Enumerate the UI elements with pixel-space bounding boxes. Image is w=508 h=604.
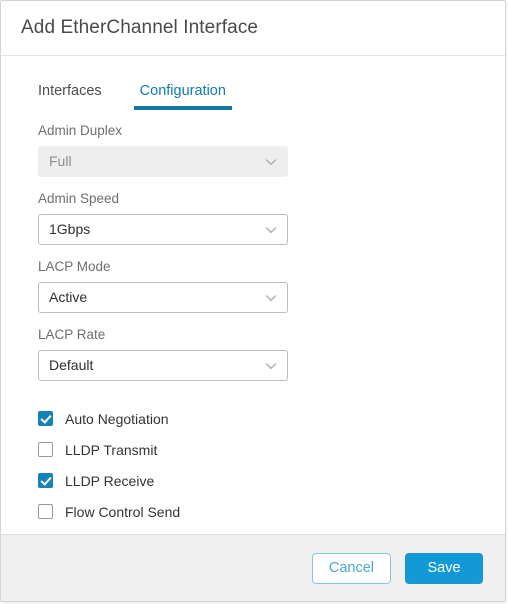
- dialog-header: Add EtherChannel Interface: [1, 1, 505, 56]
- field-lacp-mode: LACP Mode Active: [38, 258, 485, 313]
- lacp-rate-value: Default: [49, 357, 94, 373]
- lacp-rate-select[interactable]: Default: [38, 350, 288, 381]
- field-admin-duplex: Admin Duplex Full: [38, 122, 485, 177]
- active-tab-indicator: [133, 106, 232, 110]
- lldp-receive-checkbox[interactable]: [38, 473, 53, 488]
- field-admin-speed: Admin Speed 1Gbps: [38, 190, 485, 245]
- admin-speed-select[interactable]: 1Gbps: [38, 214, 288, 245]
- save-button[interactable]: Save: [405, 552, 483, 584]
- chevron-down-icon: [264, 223, 278, 237]
- lacp-rate-label: LACP Rate: [38, 327, 106, 342]
- chevron-down-icon: [264, 155, 278, 169]
- lldp-transmit-checkbox[interactable]: [38, 442, 53, 457]
- admin-duplex-select: Full: [38, 146, 288, 177]
- tab-bar: Interfaces Configuration: [21, 64, 485, 110]
- chevron-down-icon: [264, 359, 278, 373]
- checkbox-group: Auto Negotiation LLDP Transmit LLDP Receiv…: [21, 403, 485, 527]
- dialog-footer: Cancel Save: [1, 534, 505, 601]
- add-etherchannel-interface-dialog: Add EtherChannel Interface Interfaces Con…: [0, 0, 506, 602]
- auto-negotiation-label: Auto Negotiation: [65, 410, 169, 427]
- tab-label: Configuration: [139, 83, 226, 99]
- flow-control-send-checkbox[interactable]: [38, 504, 53, 519]
- field-lacp-rate: LACP Rate Default: [38, 326, 485, 381]
- chevron-down-icon: [264, 291, 278, 305]
- lacp-mode-label: LACP Mode: [38, 259, 111, 274]
- page-title: Add EtherChannel Interface: [21, 17, 259, 38]
- checkbox-row-flow-control-send[interactable]: Flow Control Send: [38, 496, 485, 527]
- tab-interfaces[interactable]: Interfaces: [38, 83, 102, 110]
- checkbox-row-lldp-transmit[interactable]: LLDP Transmit: [38, 434, 485, 465]
- tab-configuration[interactable]: Configuration: [133, 83, 232, 110]
- checkbox-row-lldp-receive[interactable]: LLDP Receive: [38, 465, 485, 496]
- admin-speed-value: 1Gbps: [49, 221, 91, 237]
- flow-control-send-label: Flow Control Send: [65, 503, 181, 520]
- admin-duplex-value: Full: [49, 153, 72, 169]
- configuration-form: Admin Duplex Full Admin Speed 1Gbps LACP Mod…: [21, 110, 485, 381]
- lldp-receive-label: LLDP Receive: [65, 472, 155, 489]
- lacp-mode-select[interactable]: Active: [38, 282, 288, 313]
- checkbox-row-auto-negotiation[interactable]: Auto Negotiation: [38, 403, 485, 434]
- lacp-mode-value: Active: [49, 289, 88, 305]
- dialog-body: Interfaces Configuration Admin Duplex Full…: [1, 56, 505, 534]
- admin-duplex-label: Admin Duplex: [38, 123, 123, 138]
- admin-speed-label: Admin Speed: [38, 191, 120, 206]
- cancel-button[interactable]: Cancel: [311, 552, 391, 584]
- tab-label: Interfaces: [38, 83, 102, 99]
- lldp-transmit-label: LLDP Transmit: [65, 441, 158, 458]
- auto-negotiation-checkbox[interactable]: [38, 411, 53, 426]
